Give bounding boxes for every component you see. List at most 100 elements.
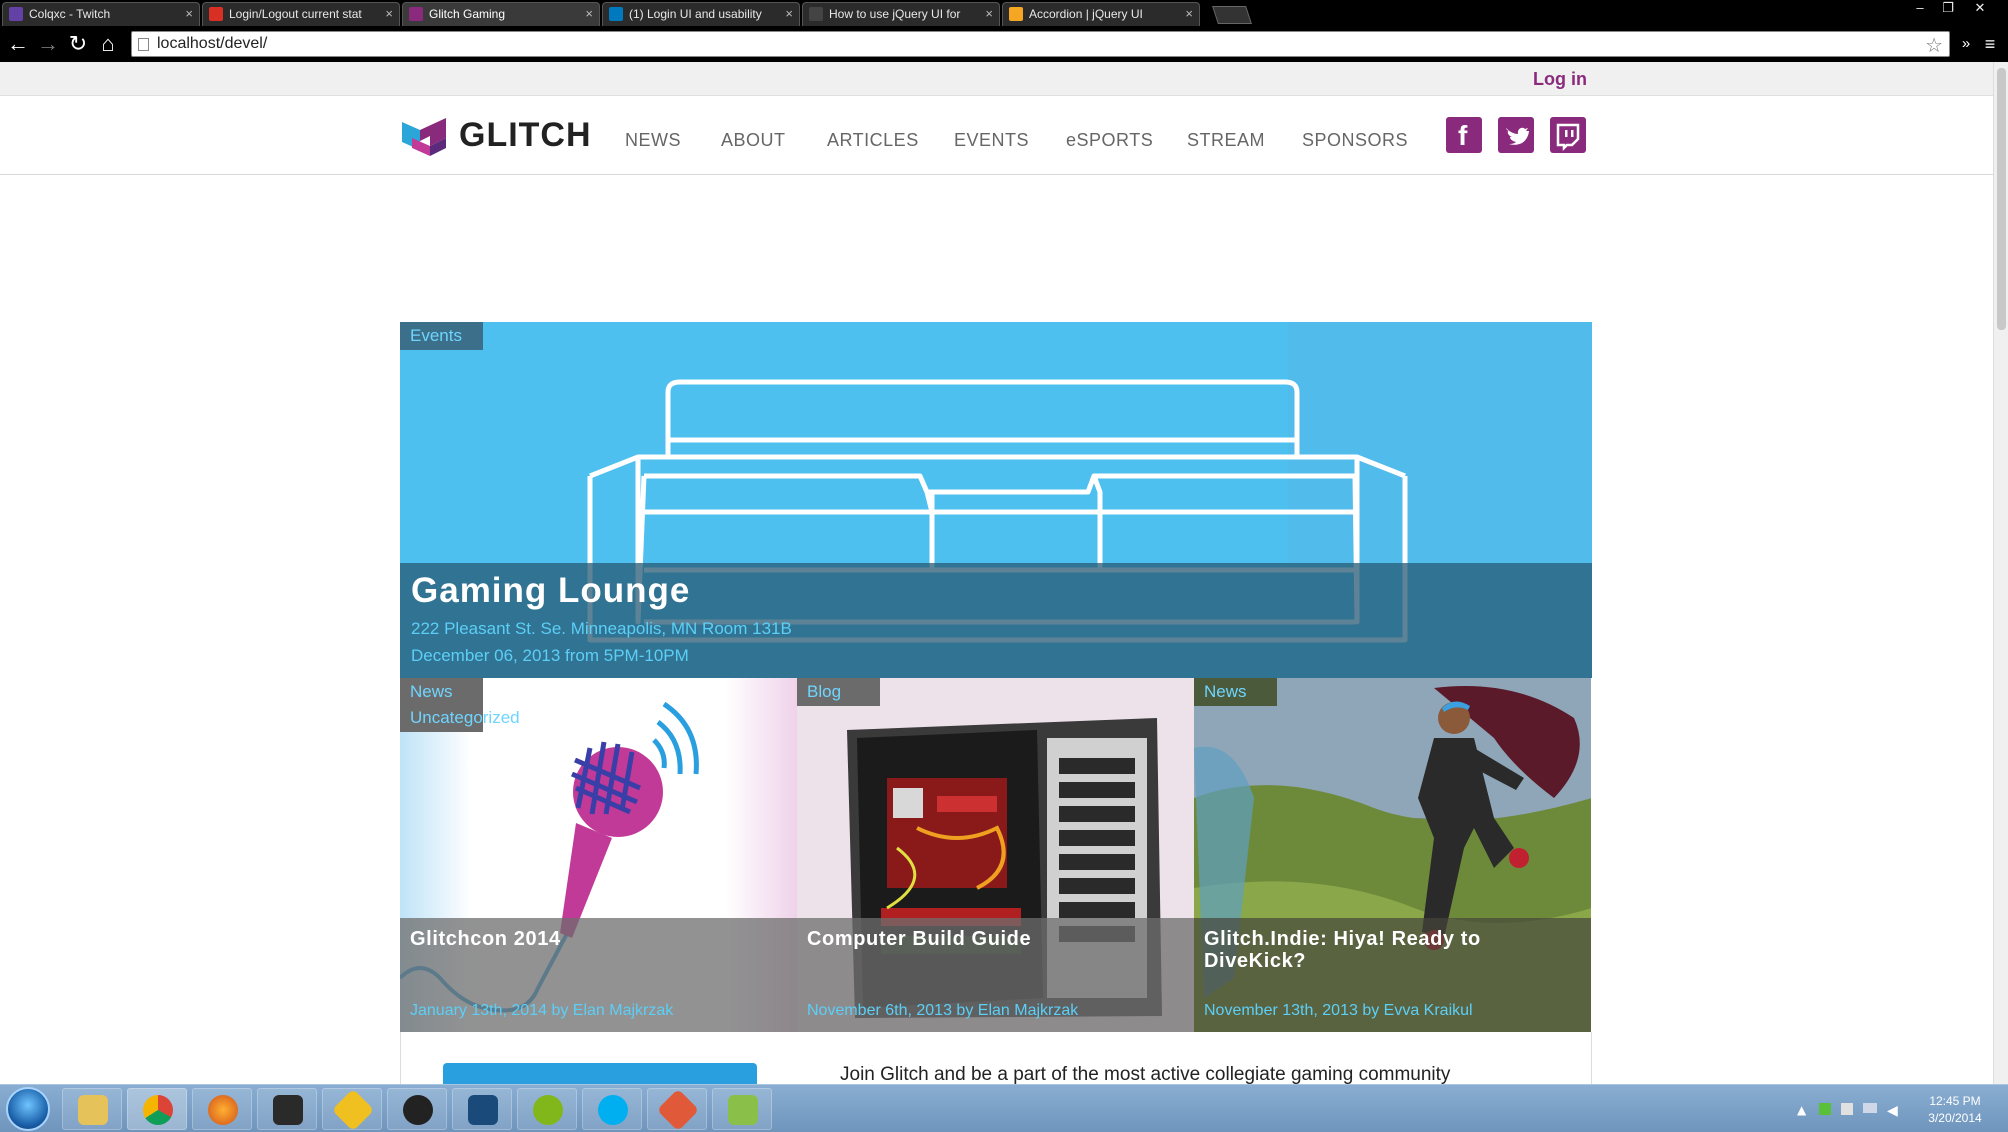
new-tab-button[interactable]: [1212, 6, 1252, 24]
card-title[interactable]: Glitchcon 2014: [410, 928, 787, 950]
article-card-divekick[interactable]: News Glitch.Indie: Hiya! Ready to DiveKi…: [1194, 678, 1591, 1032]
tab-title: Login/Logout current stat: [229, 7, 362, 21]
twitch-icon: [9, 7, 23, 21]
explorer-icon[interactable]: [62, 1088, 122, 1130]
chrome-icon[interactable]: [127, 1088, 187, 1130]
card-meta: November 6th, 2013 by Elan Majkrzak: [807, 1002, 1079, 1019]
card-title[interactable]: Glitch.Indie: Hiya! Ready to DiveKick?: [1204, 928, 1581, 972]
close-icon[interactable]: ×: [385, 3, 393, 25]
card-meta: November 13th, 2013 by Evva Kraikul: [1204, 1002, 1473, 1019]
twitch-icon[interactable]: [1550, 117, 1586, 153]
winamp-icon[interactable]: [322, 1088, 382, 1132]
card-caption: Glitchcon 2014 January 13th, 2014 by Ela…: [400, 918, 797, 1032]
menu-icon[interactable]: ≡: [1978, 32, 2002, 56]
article-card-glitchcon[interactable]: News Uncategorized Glitchcon 2014 Januar…: [400, 678, 797, 1032]
minimize-icon[interactable]: –: [1906, 0, 1934, 18]
nav-news[interactable]: NEWS: [625, 130, 681, 151]
restore-icon[interactable]: ❐: [1934, 0, 1962, 18]
event-datetime: December 06, 2013 from 5PM-10PM: [411, 646, 689, 665]
nav-articles[interactable]: ARTICLES: [827, 130, 919, 151]
tab-title: How to use jQuery UI for: [829, 7, 961, 21]
card-caption: Glitch.Indie: Hiya! Ready to DiveKick? N…: [1194, 918, 1591, 1032]
category-tag[interactable]: News: [1194, 678, 1277, 706]
tab-title: Colqxc - Twitch: [29, 7, 111, 21]
login-link[interactable]: Log in: [1533, 69, 1587, 90]
league-icon[interactable]: [452, 1088, 512, 1130]
nav-stream[interactable]: STREAM: [1187, 130, 1265, 151]
join-button[interactable]: [443, 1063, 757, 1084]
tab-title: Accordion | jQuery UI: [1029, 7, 1143, 21]
close-icon[interactable]: ×: [985, 3, 993, 25]
svg-text:f: f: [1458, 120, 1468, 151]
reload-icon[interactable]: ↻: [66, 32, 90, 56]
firefox-icon[interactable]: [192, 1088, 252, 1130]
tab-gmail[interactable]: Login/Logout current stat ×: [202, 2, 400, 26]
skype-icon[interactable]: [582, 1088, 642, 1130]
media-icon[interactable]: [387, 1088, 447, 1130]
hero-title[interactable]: Gaming Lounge: [411, 571, 690, 611]
event-address: 222 Pleasant St. Se. Minneapolis, MN Roo…: [411, 619, 792, 638]
start-button[interactable]: [6, 1087, 50, 1131]
bookmark-star-icon[interactable]: ☆: [1925, 33, 1943, 58]
glitch-logo-icon[interactable]: [400, 116, 448, 158]
category-tag[interactable]: Blog: [797, 678, 880, 706]
page-icon: [138, 38, 149, 51]
tab-glitch-gaming[interactable]: Glitch Gaming ×: [402, 2, 600, 26]
article-card-computer-build[interactable]: Blog Computer Build Guide November 6th, …: [797, 678, 1194, 1032]
card-title[interactable]: Computer Build Guide: [807, 928, 1184, 950]
hero-event[interactable]: Events Gaming Lounge 222 Pleasant St. Se…: [400, 322, 1592, 678]
nav-esports[interactable]: eSPORTS: [1066, 130, 1153, 151]
home-icon[interactable]: ⌂: [96, 32, 120, 56]
card-caption: Computer Build Guide November 6th, 2013 …: [797, 918, 1194, 1032]
browser-toolbar: ← → ↻ ⌂ localhost/devel/ ☆ » ≡: [0, 26, 2008, 62]
address-bar[interactable]: localhost/devel/ ☆: [131, 31, 1950, 57]
twitter-icon[interactable]: [1498, 117, 1534, 153]
nav-about[interactable]: ABOUT: [721, 130, 786, 151]
user-bar: Log in: [0, 62, 1993, 96]
join-text: Join Glitch and be a part of the most ac…: [840, 1064, 1451, 1084]
nav-events[interactable]: EVENTS: [954, 130, 1029, 151]
card-meta: January 13th, 2014 by Elan Majkrzak: [410, 1002, 674, 1019]
nav-sponsors[interactable]: SPONSORS: [1302, 130, 1408, 151]
facebook-icon[interactable]: f: [1446, 117, 1482, 153]
site-header: GLITCH NEWS ABOUT ARTICLES EVENTS eSPORT…: [0, 96, 1993, 175]
clock-date: 3/20/2014: [1928, 1111, 1982, 1125]
tab-twitch[interactable]: Colqxc - Twitch ×: [2, 2, 200, 26]
glitch-icon: [409, 7, 423, 21]
category-tag[interactable]: Events: [400, 322, 483, 350]
spotify-icon[interactable]: [517, 1088, 577, 1130]
url-text: localhost/devel/: [157, 35, 268, 52]
tab-title: (1) Login UI and usability: [629, 7, 762, 21]
system-tray[interactable]: ▲ ◀: [1795, 1097, 1915, 1121]
clock-time: 12:45 PM: [1929, 1094, 1981, 1108]
google-icon: [809, 7, 823, 21]
forward-icon[interactable]: →: [36, 32, 60, 56]
join-section: Join Glitch and be a part of the most ac…: [400, 1032, 1592, 1084]
trello-icon: [609, 7, 623, 21]
subcategory-tag[interactable]: Uncategorized: [410, 708, 520, 728]
close-icon[interactable]: ×: [185, 3, 193, 25]
tab-jquery[interactable]: Accordion | jQuery UI ×: [1002, 2, 1200, 26]
system-clock[interactable]: 12:45 PM 3/20/2014: [1925, 1093, 1985, 1127]
close-icon[interactable]: ×: [1185, 3, 1193, 25]
site-logo-text[interactable]: GLITCH: [459, 116, 592, 155]
browser-window: Colqxc - Twitch × Login/Logout current s…: [0, 0, 2008, 1084]
hero-caption: Gaming Lounge 222 Pleasant St. Se. Minne…: [400, 563, 1592, 678]
close-icon[interactable]: ×: [585, 3, 593, 25]
tab-google[interactable]: How to use jQuery UI for ×: [802, 2, 1000, 26]
jquery-icon: [1009, 7, 1023, 21]
tab-trello[interactable]: (1) Login UI and usability ×: [602, 2, 800, 26]
page-scrollbar[interactable]: [1993, 62, 2008, 1084]
gmail-icon: [209, 7, 223, 21]
svg-text:▲: ▲: [1797, 1103, 1807, 1117]
git-icon[interactable]: [647, 1088, 707, 1132]
close-icon[interactable]: ×: [785, 3, 793, 25]
tab-strip: Colqxc - Twitch × Login/Logout current s…: [0, 0, 2008, 26]
close-window-icon[interactable]: ✕: [1966, 0, 1994, 18]
scrollbar-thumb[interactable]: [1997, 68, 2006, 330]
steam-icon[interactable]: [257, 1088, 317, 1130]
notepad-icon[interactable]: [712, 1088, 772, 1130]
back-icon[interactable]: ←: [6, 32, 30, 56]
extensions-chevron-icon[interactable]: »: [1954, 32, 1978, 56]
tab-title: Glitch Gaming: [429, 7, 506, 21]
